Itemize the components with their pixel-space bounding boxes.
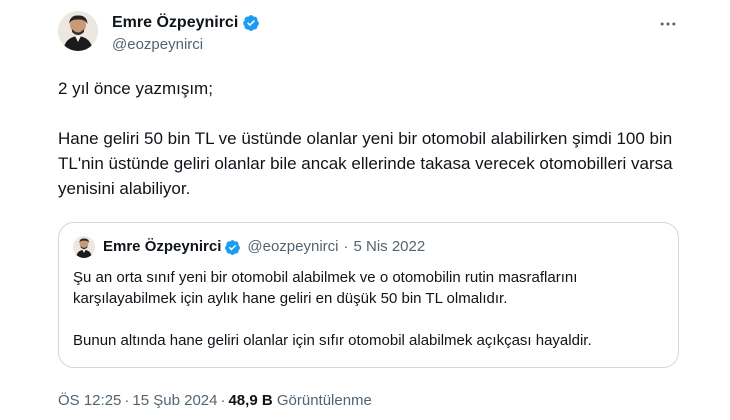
views-label: Görüntülenme xyxy=(276,392,372,409)
tweet-text: 2 yıl önce yazmışım; Hane geliri 50 bin … xyxy=(58,76,698,201)
quoted-author-name: Emre Özpeynirci xyxy=(103,238,222,255)
separator-dot: · xyxy=(343,238,349,255)
verified-badge-icon xyxy=(242,14,260,32)
author-name-text[interactable]: Emre Özpeynirci xyxy=(112,13,238,33)
quoted-tweet-card[interactable]: Emre Özpeynirci @eozpeynirci · 5 Nis 202… xyxy=(58,222,679,368)
avatar[interactable] xyxy=(58,11,98,51)
quoted-tweet-date[interactable]: 5 Nis 2022 xyxy=(354,237,426,257)
more-options-button[interactable] xyxy=(656,14,680,34)
quoted-tweet-paragraph: Bunun altında hane geliri olanlar için s… xyxy=(73,332,592,349)
separator-dot: · xyxy=(220,392,226,409)
tweet-meta: ÖS 12:25 · 15 Şub 2024 · 48,9 B Görüntülenme xyxy=(58,391,372,411)
author-handle[interactable]: @eozpeynirci xyxy=(112,35,203,55)
quoted-avatar xyxy=(73,236,95,258)
views-count: 48,9 B xyxy=(228,392,273,409)
quoted-avatar-image xyxy=(73,236,95,258)
tweet-time[interactable]: ÖS 12:25 xyxy=(58,392,121,409)
quoted-tweet-text: Şu an orta sınıf yeni bir otomobil alabi… xyxy=(73,267,669,351)
verified-badge-icon xyxy=(224,239,241,256)
separator-dot: · xyxy=(124,392,130,409)
quoted-author-handle: @eozpeynirci xyxy=(247,238,339,255)
quoted-tweet-header: Emre Özpeynirci @eozpeynirci · 5 Nis 202… xyxy=(103,237,425,257)
avatar-image xyxy=(58,11,98,51)
tweet-text-paragraph: Hane geliri 50 bin TL ve üstünde olanlar… xyxy=(58,129,673,198)
quoted-tweet-paragraph: Şu an orta sınıf yeni bir otomobil alabi… xyxy=(73,269,578,307)
tweet-text-line: 2 yıl önce yazmışım; xyxy=(58,79,213,98)
author-name[interactable]: Emre Özpeynirci xyxy=(112,13,260,33)
more-horizontal-icon xyxy=(660,22,676,26)
tweet-date[interactable]: 15 Şub 2024 xyxy=(132,392,217,409)
